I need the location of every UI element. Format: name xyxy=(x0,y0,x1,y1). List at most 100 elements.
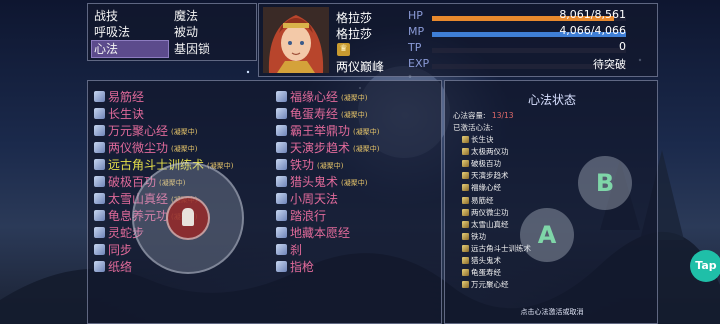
b-button[interactable]: B xyxy=(578,156,632,210)
joystick-knob[interactable] xyxy=(166,196,210,240)
skill-book-icon xyxy=(462,148,469,156)
skill-category-menu: 战技 呼吸法 心法 魔法 被动 基因锁 xyxy=(87,3,257,61)
skill-item[interactable]: 刹 xyxy=(276,243,302,258)
active-mind-art-name: 猎头鬼术 xyxy=(471,256,501,265)
active-mind-art-item[interactable]: 太极两仪功 xyxy=(462,147,509,157)
skill-item[interactable]: 龟蛋寿经 (凝聚中) xyxy=(276,107,367,122)
skill-book-icon xyxy=(462,281,469,289)
skill-name: 刹 xyxy=(290,243,303,257)
skill-book-icon xyxy=(462,196,469,204)
capacity-label: 心法容量: 13/13 xyxy=(453,110,514,121)
skill-book-icon xyxy=(276,125,287,136)
skill-book-icon xyxy=(462,160,469,168)
skill-name: 小周天法 xyxy=(290,192,339,206)
skill-condensing-tag: (凝聚中) xyxy=(353,128,380,136)
skill-condensing-tag: (凝聚中) xyxy=(353,145,380,153)
skill-name: 霸王举鼎功 xyxy=(290,124,351,138)
skill-book-icon xyxy=(94,210,105,221)
skill-book-icon xyxy=(276,176,287,187)
character-name: 格拉莎 xyxy=(336,11,373,25)
skill-item[interactable]: 猎头鬼术 (凝聚中) xyxy=(276,175,367,190)
skill-book-icon xyxy=(94,244,105,255)
active-mind-art-item[interactable]: 万元聚心经 xyxy=(462,280,509,290)
skill-book-icon xyxy=(276,142,287,153)
active-mind-art-item[interactable]: 易筋经 xyxy=(462,196,494,206)
skill-item[interactable]: 霸王举鼎功 (凝聚中) xyxy=(276,124,379,139)
character-class: 格拉莎 xyxy=(336,27,373,41)
exp-value: 待突破 xyxy=(593,58,626,71)
skill-name: 同步 xyxy=(108,243,133,257)
skill-item[interactable]: 铁功 (凝聚中) xyxy=(276,158,343,173)
menu-item-combat[interactable]: 战技 xyxy=(94,8,164,24)
active-mind-art-item[interactable]: 太雪山真经 xyxy=(462,220,509,230)
menu-item-mind-art[interactable]: 心法 xyxy=(91,40,169,58)
active-mind-art-item[interactable]: 天演步趋术 xyxy=(462,171,509,181)
skill-name: 猎头鬼术 xyxy=(290,175,339,189)
skill-book-icon xyxy=(462,232,469,240)
skill-book-icon xyxy=(276,244,287,255)
skill-name: 福缘心经 xyxy=(290,90,339,104)
skill-condensing-tag: (凝聚中) xyxy=(341,94,368,102)
skill-book-icon xyxy=(462,208,469,216)
active-mind-art-item[interactable]: 铁功 xyxy=(462,232,486,242)
skill-item[interactable]: 万元聚心经 (凝聚中) xyxy=(94,124,197,139)
skill-book-icon xyxy=(462,220,469,228)
skill-book-icon xyxy=(94,91,105,102)
a-button[interactable]: A xyxy=(520,208,574,262)
hp-label: HP xyxy=(408,9,423,22)
active-mind-art-name: 福缘心经 xyxy=(471,183,501,193)
menu-item-magic[interactable]: 魔法 xyxy=(174,8,244,24)
menu-item-passive[interactable]: 被动 xyxy=(174,24,244,40)
virtual-joystick[interactable] xyxy=(132,162,244,274)
skill-item[interactable]: 同步 xyxy=(94,243,132,258)
active-mind-art-item[interactable]: 猎头鬼术 xyxy=(462,256,501,266)
menu-item-breathing[interactable]: 呼吸法 xyxy=(94,24,164,40)
active-mind-art-item[interactable]: 福缘心经 xyxy=(462,183,501,193)
active-mind-art-name: 破极百功 xyxy=(471,159,501,169)
skill-item[interactable]: 指枪 xyxy=(276,260,314,275)
skill-name: 龟蛋寿经 xyxy=(290,107,339,121)
status-title: 心法状态 xyxy=(527,93,576,107)
tap-badge[interactable]: Tap xyxy=(690,250,720,282)
skill-name: 易筋经 xyxy=(108,90,145,104)
active-mind-art-item[interactable]: 远古角斗士训练术 xyxy=(462,244,531,254)
skill-book-icon xyxy=(276,91,287,102)
skill-condensing-tag: (凝聚中) xyxy=(171,128,198,136)
skill-book-icon xyxy=(94,108,105,119)
active-mind-art-name: 天演步趋术 xyxy=(471,171,509,181)
skill-book-icon xyxy=(94,159,105,170)
skill-item[interactable]: 天演步趋术 (凝聚中) xyxy=(276,141,379,156)
active-mind-art-item[interactable]: 长生诀 xyxy=(462,135,494,145)
tp-bar xyxy=(432,48,626,53)
active-mind-art-name: 易筋经 xyxy=(471,195,494,205)
tp-stat-row: TP 0 xyxy=(408,40,626,55)
skill-name: 两仪微尘功 xyxy=(108,141,169,155)
skill-book-icon xyxy=(462,244,469,252)
active-mind-art-name: 万元聚心经 xyxy=(471,280,509,290)
skill-item[interactable]: 地藏本愿经 xyxy=(276,226,350,241)
skill-item[interactable]: 易筋经 xyxy=(94,90,144,105)
skill-item[interactable]: 纸络 xyxy=(94,260,132,275)
menu-item-gene-lock[interactable]: 基因锁 xyxy=(174,41,244,57)
skill-book-icon xyxy=(94,142,105,153)
hp-value: 8,061/8,561 xyxy=(559,8,626,21)
active-mind-art-name: 太极两仪功 xyxy=(471,147,509,157)
skill-item[interactable]: 小周天法 xyxy=(276,192,338,207)
active-mind-art-name: 太雪山真经 xyxy=(471,219,509,229)
crown-icon: ♛ xyxy=(337,43,350,56)
capacity-value: 13/13 xyxy=(491,111,514,120)
active-mind-art-item[interactable]: 两仪微尘功 xyxy=(462,208,509,218)
skill-item[interactable]: 踏浪行 xyxy=(276,209,326,224)
skill-book-icon xyxy=(462,184,469,192)
skill-item[interactable]: 两仪微尘功 (凝聚中) xyxy=(94,141,197,156)
skill-book-icon xyxy=(462,172,469,180)
mp-value: 4,066/4,066 xyxy=(559,24,626,37)
skill-book-icon xyxy=(462,257,469,264)
skill-item[interactable]: 福缘心经 (凝聚中) xyxy=(276,90,367,105)
skill-book-icon xyxy=(462,269,469,277)
skill-name: 长生诀 xyxy=(108,107,145,121)
skill-book-icon xyxy=(94,227,105,238)
active-mind-art-item[interactable]: 破极百功 xyxy=(462,159,501,169)
skill-item[interactable]: 长生诀 xyxy=(94,107,144,122)
active-mind-art-item[interactable]: 龟蛋寿经 xyxy=(462,268,501,278)
